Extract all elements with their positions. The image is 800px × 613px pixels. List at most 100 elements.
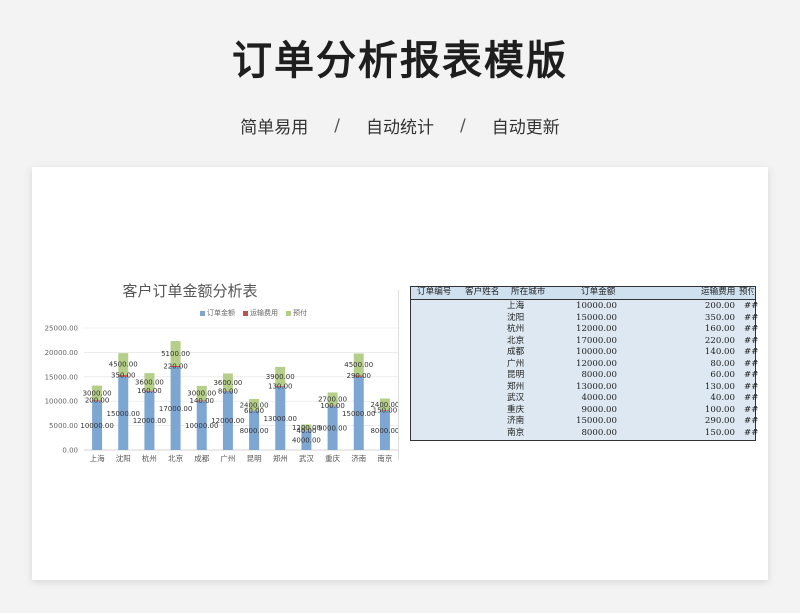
cell-prepaid: ## (744, 370, 759, 380)
cell-freight: 130.00 (704, 381, 735, 392)
cell-city: 郑州 (507, 381, 525, 392)
data-label: 1200.00 (292, 424, 321, 432)
page-title: 订单分析报表模版 (232, 38, 568, 84)
table-row: 沈阳 15000.00 350.00 ## (411, 312, 759, 325)
cell-city: 成都 (507, 347, 525, 357)
legend-label: 预付 (293, 309, 307, 317)
cell-prepaid: ## (744, 404, 759, 415)
legend-swatch (200, 310, 205, 316)
legend-item-prepaid: 预付 (286, 308, 307, 318)
table-row: 武汉 4000.00 40.00 ## (411, 393, 758, 405)
data-label: 8000.00 (240, 427, 269, 435)
feature-auto-stat: 自动统计 (366, 118, 434, 138)
data-label: 2400.00 (240, 401, 269, 409)
x-tick-label: 重庆 (325, 453, 340, 463)
data-label: 4500.00 (344, 361, 373, 369)
cell-amount: 13000.00 (575, 381, 617, 392)
cell-prepaid: ## (744, 381, 759, 392)
cell-prepaid: ## (744, 347, 759, 357)
cell-city: 广州 (507, 358, 525, 369)
cell-prepaid: ## (744, 358, 759, 369)
data-label: 130.00 (268, 382, 293, 390)
data-label: 2400.00 (370, 401, 399, 409)
cell-city: 杭州 (507, 324, 525, 334)
legend-item-freight: 运输费用 (243, 308, 278, 318)
data-label: 13000.00 (264, 415, 297, 423)
legend-label: 订单金额 (207, 309, 235, 317)
separator: / (334, 115, 340, 136)
x-tick-label: 广州 (220, 453, 235, 463)
y-tick-label: 25000.00 (45, 325, 78, 333)
cell-freight: 220.00 (704, 335, 735, 346)
cell-prepaid: ## (744, 427, 759, 438)
cell-freight: 350.00 (704, 312, 735, 323)
chart-title: 客户订单金额分析表 (122, 282, 258, 300)
cell-prepaid: ## (744, 312, 759, 323)
cell-freight: 140.00 (704, 347, 735, 357)
cell-prepaid: ## (744, 416, 759, 426)
table-header: 订单编号 客户姓名 所在城市 订单金额 运输费用 预付 (411, 287, 755, 300)
data-label: 2700.00 (318, 396, 347, 404)
legend-label: 运输费用 (250, 309, 278, 317)
feature-tagline: 简单易用 / 自动统计 / 自动更新 (0, 113, 800, 139)
table-row: 南京 8000.00 150.00 ## (411, 427, 759, 440)
data-label: 140.00 (190, 397, 215, 405)
cell-amount: 10000.00 (575, 301, 617, 311)
x-tick-label: 武汉 (299, 453, 314, 463)
cell-city: 沈阳 (507, 312, 525, 323)
cell-prepaid: ## (744, 335, 759, 346)
table-row: 昆明 8000.00 60.00 ## (411, 370, 759, 382)
cell-amount: 15000.00 (575, 312, 617, 323)
data-label: 10000.00 (80, 422, 113, 430)
cell-freight: 40.00 (710, 393, 735, 403)
cell-amount: 12000.00 (575, 358, 617, 369)
y-tick-label: 0.00 (62, 447, 78, 455)
data-label: 3600.00 (213, 379, 242, 387)
x-tick-label: 杭州 (142, 453, 157, 463)
col-amount: 订单金额 (581, 287, 616, 297)
x-tick-label: 郑州 (273, 453, 288, 463)
cell-amount: 4000.00 (581, 393, 617, 403)
cell-amount: 9000.00 (581, 404, 617, 415)
data-label: 8000.00 (370, 427, 399, 435)
cell-freight: 200.00 (704, 301, 735, 311)
y-tick-label: 20000.00 (45, 349, 78, 357)
cell-city: 上海 (507, 301, 525, 311)
cell-amount: 12000.00 (575, 324, 617, 334)
data-label: 3600.00 (135, 378, 164, 386)
cell-amount: 15000.00 (575, 416, 617, 426)
x-tick-label: 昆明 (247, 454, 262, 463)
x-tick-label: 成都 (194, 453, 209, 463)
data-label: 15000.00 (342, 410, 375, 418)
chart-area: 0.00 5000.00 10000.00 15000.00 20000.00 25000… (40, 280, 400, 470)
cell-prepaid: ## (744, 301, 759, 311)
cell-city: 昆明 (507, 370, 525, 380)
y-tick-label: 5000.00 (49, 422, 78, 430)
data-label: 9000.00 (318, 425, 347, 433)
data-label: 160.00 (137, 387, 162, 395)
cell-city: 济南 (507, 416, 525, 426)
y-tick-label: 15000.00 (45, 373, 78, 381)
x-tick-label: 济南 (351, 453, 366, 463)
divider (398, 290, 399, 460)
cell-freight: 80.00 (710, 358, 735, 369)
cell-amount: 10000.00 (575, 347, 617, 357)
chart-legend: 订单金额 运输费用 预付 (200, 308, 307, 318)
cell-freight: 100.00 (704, 404, 735, 415)
data-label: 3000.00 (187, 390, 216, 398)
data-label: 200.00 (85, 397, 110, 405)
table-row: 成都 10000.00 140.00 ## (411, 347, 759, 359)
feature-auto-update: 自动更新 (491, 118, 560, 138)
data-label: 3000.00 (83, 389, 112, 397)
separator: / (460, 115, 466, 136)
cell-freight: 290.00 (704, 416, 735, 426)
x-tick-label: 南京 (377, 453, 392, 463)
y-tick-label: 10000.00 (45, 398, 78, 406)
data-label: 290.00 (347, 372, 372, 380)
data-label: 5100.00 (161, 350, 190, 358)
data-label: 4000.00 (292, 437, 321, 445)
cell-city: 武汉 (507, 393, 525, 403)
data-label: 80.00 (218, 388, 238, 396)
legend-swatch (243, 310, 248, 316)
feature-easy: 简单易用 (240, 118, 309, 138)
